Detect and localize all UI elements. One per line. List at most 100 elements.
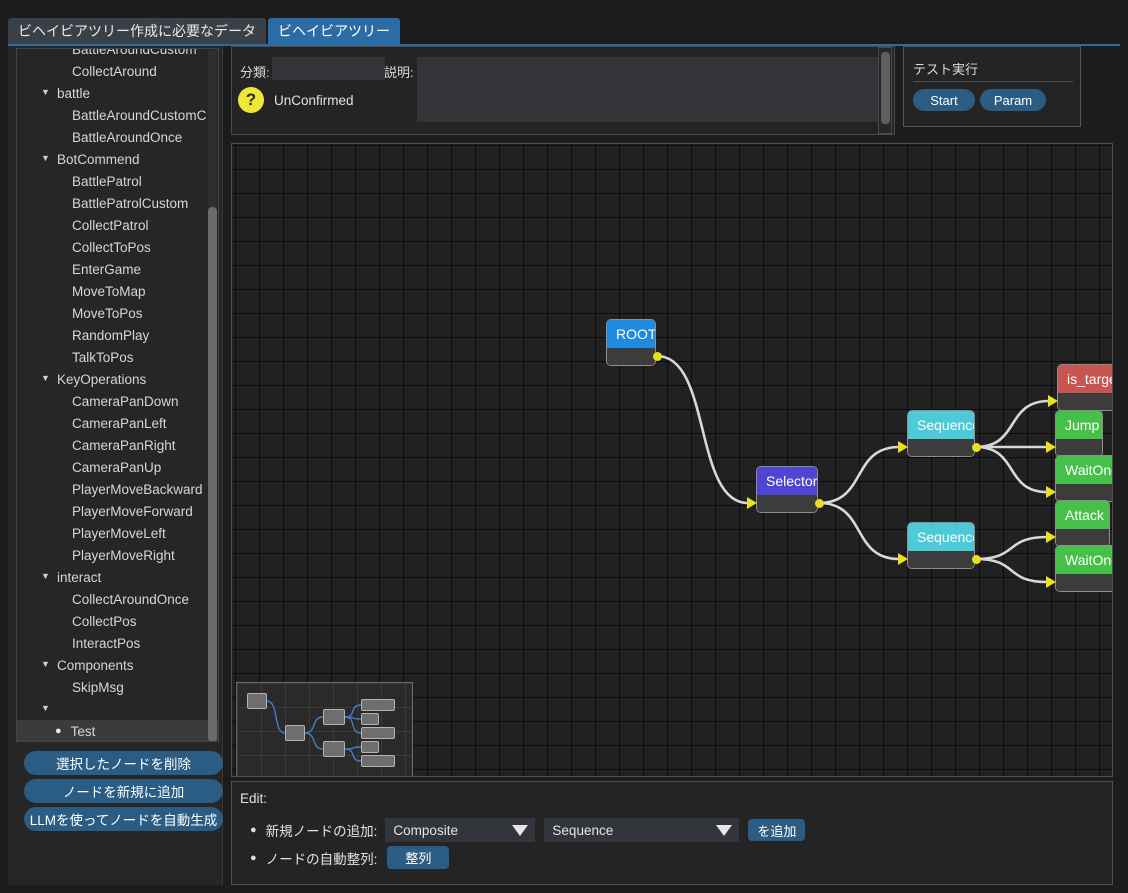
tree-item-BattleAroundCustom[interactable]: BattleAroundCustom: [17, 49, 218, 60]
bt-node-footer: [757, 495, 817, 512]
bt-node-output-port[interactable]: [815, 499, 824, 508]
bt-node-sel[interactable]: Selector: [756, 466, 818, 513]
tree-item-CollectAround[interactable]: CollectAround: [17, 60, 218, 82]
bt-node-act4[interactable]: WaitOneSecend: [1055, 545, 1112, 592]
question-mark-icon: ?: [238, 87, 264, 113]
bt-node-output-port[interactable]: [972, 443, 981, 452]
tree-item-PlayerMoveLeft[interactable]: PlayerMoveLeft: [17, 522, 218, 544]
node-subtype-dropdown[interactable]: Sequence: [544, 818, 740, 842]
bt-node-cond1[interactable]: is_target_around: [1057, 364, 1112, 411]
tree-item-CameraPanDown[interactable]: CameraPanDown: [17, 390, 218, 412]
node-type-dropdown[interactable]: Composite: [385, 818, 536, 842]
param-button[interactable]: Param: [980, 89, 1046, 111]
bt-node-act1[interactable]: Jump: [1055, 410, 1103, 457]
bt-node-footer: [1056, 484, 1112, 501]
start-button[interactable]: Start: [913, 89, 975, 111]
tree-item-label: CollectAroundOnce: [72, 591, 190, 607]
minimap[interactable]: [236, 682, 413, 776]
tree-item-EnterGame[interactable]: EnterGame: [17, 258, 218, 280]
tree-item-RandomPlay[interactable]: RandomPlay: [17, 324, 218, 346]
minimap-edge: [344, 704, 362, 718]
tree-group-Components[interactable]: ▼ Components: [17, 654, 218, 676]
tab-behavior-tree[interactable]: ビヘイビアツリー: [268, 18, 400, 44]
bt-node-input-port[interactable]: [1046, 576, 1056, 588]
tree-item-CameraPanRight[interactable]: CameraPanRight: [17, 434, 218, 456]
tree-item-CameraPanLeft[interactable]: CameraPanLeft: [17, 412, 218, 434]
bt-node-output-port[interactable]: [653, 352, 662, 361]
bt-node-input-port[interactable]: [747, 497, 757, 509]
minimap-node: [285, 725, 305, 741]
tree-group-KeyOperations[interactable]: ▼ KeyOperations: [17, 368, 218, 390]
add-new-node-button[interactable]: ノードを新規に追加: [24, 779, 223, 803]
tree-item-CollectPatrol[interactable]: CollectPatrol: [17, 214, 218, 236]
tree-item-PlayerMoveForward[interactable]: PlayerMoveForward: [17, 500, 218, 522]
test-execution-panel: テスト実行 Start Param: [903, 46, 1081, 127]
tree-group-interact[interactable]: ▼ interact: [17, 566, 218, 588]
tree-item-label: KeyOperations: [57, 371, 147, 387]
tree-group-battle[interactable]: ▼ battle: [17, 82, 218, 104]
tree-item-MoveToMap[interactable]: MoveToMap: [17, 280, 218, 302]
tree-item-label: RandomPlay: [72, 327, 150, 343]
bt-node-act3[interactable]: Attack: [1055, 500, 1110, 547]
tree-item-TalkToPos[interactable]: TalkToPos: [17, 346, 218, 368]
tree-item-CameraPanUp[interactable]: CameraPanUp: [17, 456, 218, 478]
bt-edge: [975, 445, 1048, 494]
bt-node-output-port[interactable]: [972, 555, 981, 564]
bt-node-input-port[interactable]: [898, 441, 908, 453]
tree-item-BattleAroundOnce[interactable]: BattleAroundOnce: [17, 126, 218, 148]
llm-auto-generate-node-button[interactable]: LLMを使ってノードを自動生成: [24, 807, 223, 831]
description-label: 説明:: [384, 65, 414, 80]
behavior-tree-canvas[interactable]: ROOT Selector Sequence Sequence is_target_ar…: [231, 143, 1113, 777]
bt-node-label: Sequence: [908, 523, 974, 551]
tree-item-BattleAroundCustomC[interactable]: BattleAroundCustomC: [17, 104, 218, 126]
chevron-down-icon: [716, 824, 733, 836]
description-input[interactable]: [417, 57, 887, 122]
bt-node-seq1[interactable]: Sequence: [907, 410, 975, 457]
edit-panel-title: Edit:: [240, 791, 268, 806]
bt-node-act2[interactable]: WaitOneSecend: [1055, 455, 1112, 502]
bt-node-input-port[interactable]: [1048, 395, 1058, 407]
category-input[interactable]: [272, 57, 385, 80]
tree-item-PlayerMoveRight[interactable]: PlayerMoveRight: [17, 544, 218, 566]
node-tree-list: BattleAroundCustom CollectAround ▼ battle Ba…: [17, 49, 218, 741]
bt-edge: [818, 501, 900, 561]
tree-group-BotCommend[interactable]: ▼ BotCommend: [17, 148, 218, 170]
tree-item-CollectAroundOnce[interactable]: CollectAroundOnce: [17, 588, 218, 610]
auto-align-label: ノードの自動整列:: [265, 851, 378, 867]
tree-item-label: TalkToPos: [72, 349, 134, 365]
bt-node-label: WaitOneSecend: [1056, 546, 1112, 574]
tree-item-CollectPos[interactable]: CollectPos: [17, 610, 218, 632]
bt-node-seq2[interactable]: Sequence: [907, 522, 975, 569]
info-scrollbar-thumb[interactable]: [881, 52, 890, 124]
tree-item-label: CollectPos: [72, 613, 137, 629]
tree-item-Test[interactable]: ● Test: [17, 720, 218, 741]
selected-dot-icon: ●: [55, 725, 62, 737]
bt-node-input-port[interactable]: [1046, 441, 1056, 453]
bt-node-footer: [1058, 393, 1112, 410]
minimap-node: [361, 727, 395, 739]
tree-item-label: BotCommend: [57, 151, 140, 167]
tree-item-BattlePatrol[interactable]: BattlePatrol: [17, 170, 218, 192]
bt-edge: [975, 557, 1048, 584]
tree-item-CollectToPos[interactable]: CollectToPos: [17, 236, 218, 258]
tree-item-label: CameraPanUp: [72, 459, 162, 475]
tree-item-SkipMsg[interactable]: SkipMsg: [17, 676, 218, 698]
bt-node-root[interactable]: ROOT: [606, 319, 656, 366]
tree-group-unnamed[interactable]: ▼: [17, 698, 218, 720]
tree-item-PlayerMoveBackward[interactable]: PlayerMoveBackward: [17, 478, 218, 500]
tab-required-data[interactable]: ビヘイビアツリー作成に必要なデータ: [8, 18, 266, 44]
tree-item-MoveToPos[interactable]: MoveToPos: [17, 302, 218, 324]
tree-item-InteractPos[interactable]: InteractPos: [17, 632, 218, 654]
bt-node-input-port[interactable]: [1046, 531, 1056, 543]
bt-node-input-port[interactable]: [898, 553, 908, 565]
bullet-icon: ●: [250, 824, 257, 836]
bt-node-input-port[interactable]: [1046, 486, 1056, 498]
delete-selected-node-button[interactable]: 選択したノードを削除: [24, 751, 223, 775]
test-panel-title: テスト実行: [913, 62, 979, 77]
tree-item-label: Test: [70, 723, 96, 739]
tree-item-BattlePatrolCustom[interactable]: BattlePatrolCustom: [17, 192, 218, 214]
tree-scrollbar-thumb[interactable]: [208, 207, 217, 741]
tree-item-label: CameraPanRight: [72, 437, 176, 453]
align-button[interactable]: 整列: [387, 846, 450, 869]
add-node-confirm-button[interactable]: を追加: [748, 819, 806, 841]
